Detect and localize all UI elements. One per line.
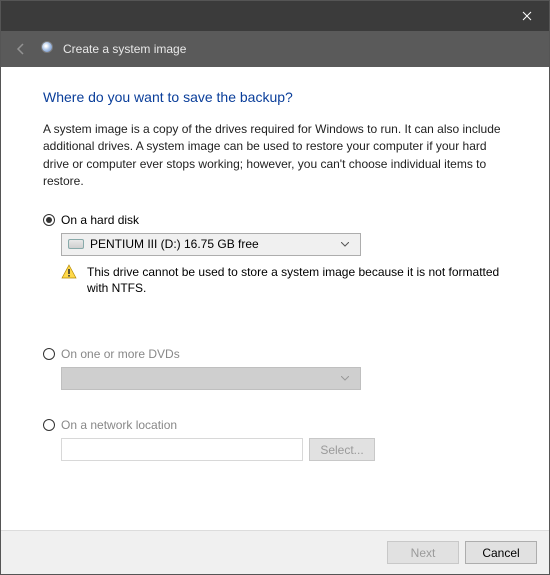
select-network-button: Select... (309, 438, 375, 461)
radio-row-dvd[interactable]: On one or more DVDs (43, 347, 507, 361)
content-area: Where do you want to save the backup? A … (1, 67, 549, 530)
page-description: A system image is a copy of the drives r… (43, 121, 507, 191)
footer: Next Cancel (1, 530, 549, 574)
wizard-title: Create a system image (63, 42, 186, 56)
network-path-input (61, 438, 303, 461)
radio-hard-disk[interactable] (43, 214, 55, 226)
titlebar (1, 1, 549, 31)
warning-icon (61, 264, 77, 280)
network-input-row: Select... (61, 438, 507, 461)
option-dvd: On one or more DVDs (43, 347, 507, 390)
radio-row-network[interactable]: On a network location (43, 418, 507, 432)
back-button (9, 37, 33, 61)
radio-network[interactable] (43, 419, 55, 431)
radio-label-hard-disk: On a hard disk (61, 213, 139, 227)
cancel-button[interactable]: Cancel (465, 541, 537, 564)
chevron-down-icon (336, 368, 354, 389)
radio-label-dvd: On one or more DVDs (61, 347, 180, 361)
radio-row-hard-disk[interactable]: On a hard disk (43, 213, 507, 227)
back-arrow-icon (14, 42, 28, 56)
hard-disk-selected-value: PENTIUM III (D:) 16.75 GB free (90, 237, 259, 251)
close-icon (522, 11, 532, 21)
window: Create a system image Where do you want … (0, 0, 550, 575)
system-image-icon (41, 41, 57, 57)
drive-icon (68, 239, 84, 249)
wizard-header: Create a system image (1, 31, 549, 67)
radio-label-network: On a network location (61, 418, 177, 432)
warning-text: This drive cannot be used to store a sys… (87, 264, 507, 298)
page-heading: Where do you want to save the backup? (43, 89, 507, 105)
option-network: On a network location Select... (43, 418, 507, 461)
dvd-dropdown (61, 367, 361, 390)
chevron-down-icon (336, 234, 354, 255)
warning-row: This drive cannot be used to store a sys… (61, 264, 507, 298)
next-button: Next (387, 541, 459, 564)
option-hard-disk: On a hard disk PENTIUM III (D:) 16.75 GB… (43, 213, 507, 320)
close-button[interactable] (504, 1, 549, 31)
radio-dvd[interactable] (43, 348, 55, 360)
hard-disk-dropdown[interactable]: PENTIUM III (D:) 16.75 GB free (61, 233, 361, 256)
